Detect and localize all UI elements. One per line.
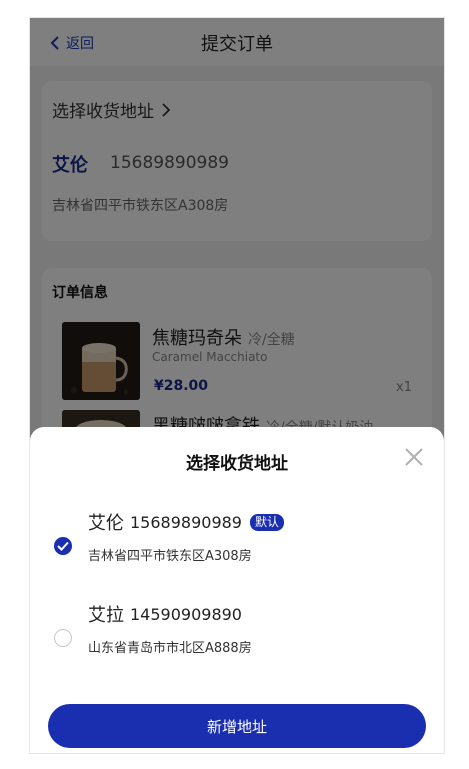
- radio-checked[interactable]: [54, 537, 72, 555]
- option-phone: 14590909890: [130, 604, 242, 624]
- check-icon: [57, 541, 69, 551]
- option-name: 艾拉: [88, 605, 124, 626]
- option-phone: 15689890989: [130, 512, 242, 532]
- option-address: 吉林省四平市铁东区A308房: [88, 549, 252, 564]
- address-option[interactable]: 艾伦 15689890989 默认 吉林省四平市铁东区A308房: [30, 507, 444, 577]
- address-option[interactable]: 艾拉 14590909890 山东省青岛市市北区A888房: [30, 599, 444, 669]
- close-button[interactable]: [404, 447, 424, 467]
- option-name: 艾伦: [88, 513, 124, 534]
- add-address-button[interactable]: 新增地址: [48, 704, 426, 748]
- phone-screen: 返回 提交订单 选择收货地址 艾伦 15689890989 吉林省四平市铁东区A…: [30, 18, 444, 753]
- close-icon: [405, 448, 423, 466]
- option-header: 艾拉 14590909890: [88, 601, 242, 627]
- default-badge: 默认: [249, 513, 284, 531]
- option-header: 艾伦 15689890989 默认: [88, 509, 284, 535]
- radio-unchecked[interactable]: [54, 629, 72, 647]
- option-address: 山东省青岛市市北区A888房: [88, 641, 252, 656]
- sheet-title: 选择收货地址: [186, 454, 288, 474]
- address-picker-sheet: 选择收货地址 艾伦 15689890989 默认 吉林省四平市铁东区A308房: [30, 427, 444, 753]
